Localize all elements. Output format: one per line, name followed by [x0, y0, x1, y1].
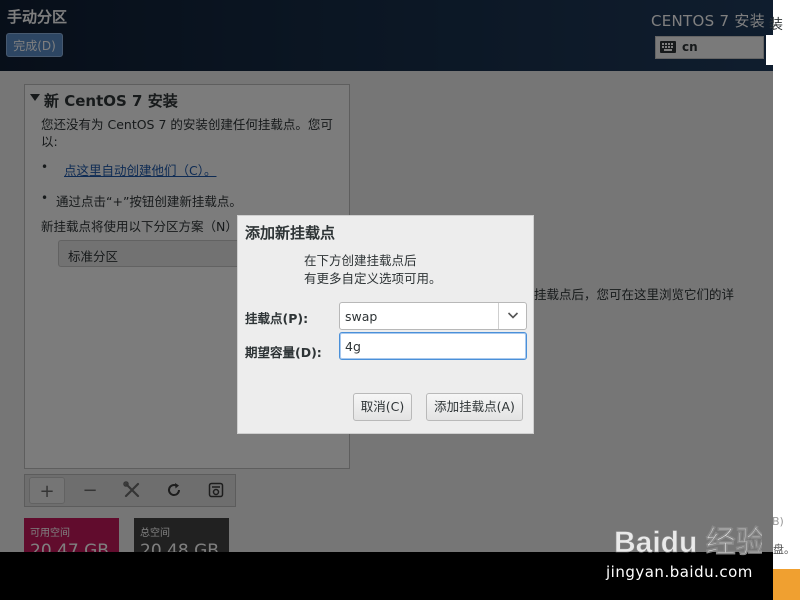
watermark-brand: Baidu 经验: [614, 525, 762, 559]
desired-capacity-input[interactable]: 4g: [339, 332, 527, 360]
combo-divider: [498, 303, 499, 329]
background-window-edge: [773, 0, 800, 600]
background-field-fragment: [766, 35, 781, 65]
dialog-description-line: 在下方创建挂载点后: [304, 253, 417, 268]
mount-point-label: 挂载点(P):: [245, 311, 309, 326]
background-text-fragment: 盘。: [773, 543, 795, 556]
mount-point-combobox[interactable]: swap: [339, 302, 527, 330]
desired-capacity-label: 期望容量(D):: [245, 345, 322, 360]
chevron-down-icon[interactable]: [507, 309, 519, 321]
desired-capacity-value: 4g: [345, 339, 361, 354]
background-button-fragment: B): [772, 515, 784, 528]
add-mount-point-dialog: 添加新挂载点 在下方创建挂载点后 有更多自定义选项可用。 挂载点(P): swa…: [237, 215, 534, 434]
watermark-url: jingyan.baidu.com: [606, 563, 753, 581]
cancel-button[interactable]: 取消(C): [353, 393, 412, 421]
dialog-title: 添加新挂载点: [245, 224, 336, 242]
mount-point-value: swap: [345, 309, 378, 324]
baidu-jingyan-watermark: Baidu 经验: [614, 525, 762, 560]
dialog-description: 在下方创建挂载点后 有更多自定义选项可用。: [304, 252, 442, 288]
dialog-description-line: 有更多自定义选项可用。: [304, 271, 442, 286]
background-accent-corner: [773, 569, 800, 600]
background-title-fragment: 装: [769, 17, 783, 33]
add-mount-point-confirm-button[interactable]: 添加挂载点(A): [426, 393, 523, 421]
